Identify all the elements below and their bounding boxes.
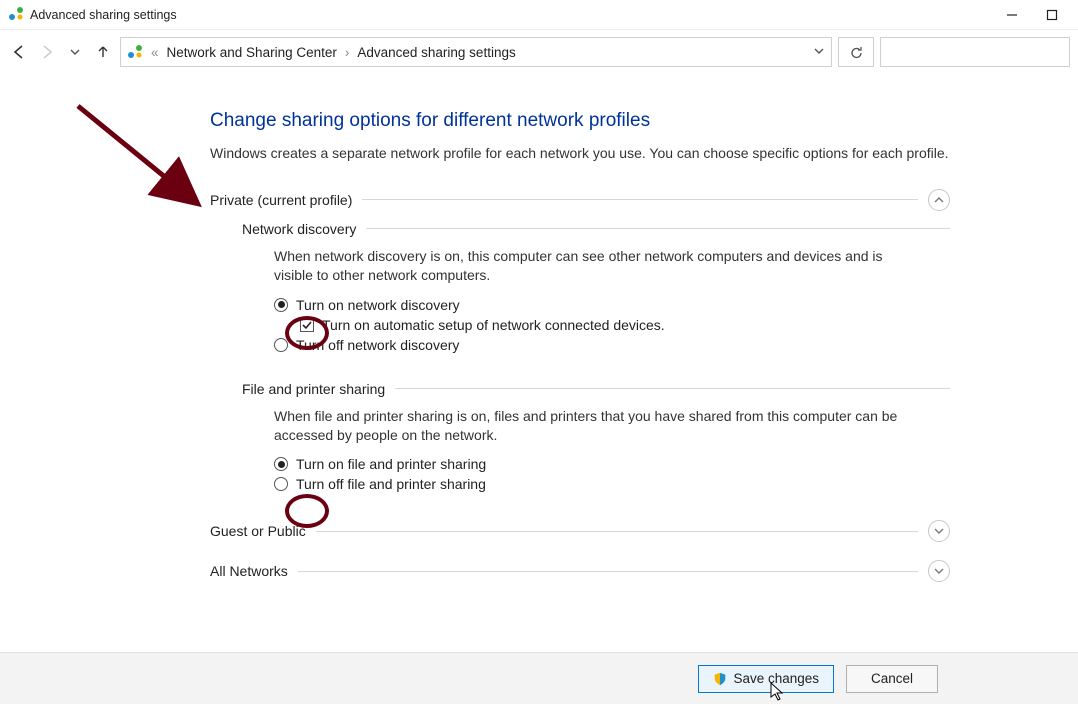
radio-fp-off-row[interactable]: Turn off file and printer sharing <box>274 476 950 492</box>
chevron-right-icon: › <box>345 45 350 60</box>
window-title: Advanced sharing settings <box>30 8 177 22</box>
search-input[interactable] <box>880 37 1070 67</box>
expand-guest-button[interactable] <box>928 520 950 542</box>
divider <box>362 199 918 200</box>
radio-fp-on-label: Turn on file and printer sharing <box>296 456 486 472</box>
save-changes-button[interactable]: Save changes <box>698 665 834 693</box>
refresh-button[interactable] <box>838 37 874 67</box>
subsection-network-discovery: Network discovery When network discovery… <box>242 221 950 353</box>
titlebar: Advanced sharing settings <box>0 0 1078 30</box>
radio-nd-on[interactable] <box>274 298 288 312</box>
radio-fp-off[interactable] <box>274 477 288 491</box>
cancel-label: Cancel <box>871 671 913 686</box>
minimize-button[interactable] <box>1002 5 1022 25</box>
network-discovery-desc: When network discovery is on, this compu… <box>274 247 924 285</box>
file-printer-desc: When file and printer sharing is on, fil… <box>274 407 924 445</box>
collapse-private-button[interactable] <box>928 189 950 211</box>
radio-fp-on-row[interactable]: Turn on file and printer sharing <box>274 456 950 472</box>
section-guest-label: Guest or Public <box>210 523 306 539</box>
radio-nd-on-label: Turn on network discovery <box>296 297 460 313</box>
radio-nd-on-row[interactable]: Turn on network discovery <box>274 297 950 313</box>
subsection-file-printer: File and printer sharing When file and p… <box>242 381 950 493</box>
breadcrumb-part2[interactable]: Advanced sharing settings <box>357 45 515 60</box>
up-button[interactable] <box>92 38 114 66</box>
radio-nd-off-row[interactable]: Turn off network discovery <box>274 337 950 353</box>
section-guest-header[interactable]: Guest or Public <box>210 520 950 542</box>
network-sharing-icon <box>8 5 24 24</box>
footer-bar: Save changes Cancel <box>0 652 1078 704</box>
breadcrumb-part1[interactable]: Network and Sharing Center <box>167 45 337 60</box>
forward-button[interactable] <box>36 38 58 66</box>
divider <box>316 531 918 532</box>
section-private-label: Private (current profile) <box>210 192 352 208</box>
cancel-button[interactable]: Cancel <box>846 665 938 693</box>
page-subheading: Windows creates a separate network profi… <box>210 144 950 163</box>
maximize-button[interactable] <box>1042 5 1062 25</box>
check-auto-setup-row[interactable]: Turn on automatic setup of network conne… <box>300 317 950 333</box>
window-controls <box>1002 5 1070 25</box>
section-private-header[interactable]: Private (current profile) <box>210 189 950 211</box>
divider <box>298 571 918 572</box>
radio-nd-off-label: Turn off network discovery <box>296 337 459 353</box>
radio-nd-off[interactable] <box>274 338 288 352</box>
page-heading: Change sharing options for different net… <box>210 110 950 132</box>
recent-dropdown-icon[interactable] <box>64 38 86 66</box>
address-bar[interactable]: « Network and Sharing Center › Advanced … <box>120 37 832 67</box>
radio-fp-on[interactable] <box>274 457 288 471</box>
file-printer-title: File and printer sharing <box>242 381 385 397</box>
section-all-label: All Networks <box>210 563 288 579</box>
check-auto-setup-label: Turn on automatic setup of network conne… <box>322 317 665 333</box>
breadcrumb-icon <box>127 43 143 62</box>
section-all-header[interactable]: All Networks <box>210 560 950 582</box>
nav-toolbar: « Network and Sharing Center › Advanced … <box>0 30 1078 74</box>
content-area: Change sharing options for different net… <box>210 110 950 588</box>
annotation-arrow <box>68 96 228 236</box>
divider <box>395 388 950 389</box>
back-button[interactable] <box>8 38 30 66</box>
shield-icon <box>713 672 727 686</box>
address-dropdown-icon[interactable] <box>813 45 825 60</box>
expand-all-button[interactable] <box>928 560 950 582</box>
radio-fp-off-label: Turn off file and printer sharing <box>296 476 486 492</box>
save-changes-label: Save changes <box>733 671 819 686</box>
breadcrumb-ellipsis: « <box>151 45 159 60</box>
divider <box>366 228 950 229</box>
network-discovery-title: Network discovery <box>242 221 356 237</box>
check-auto-setup[interactable] <box>300 318 314 332</box>
